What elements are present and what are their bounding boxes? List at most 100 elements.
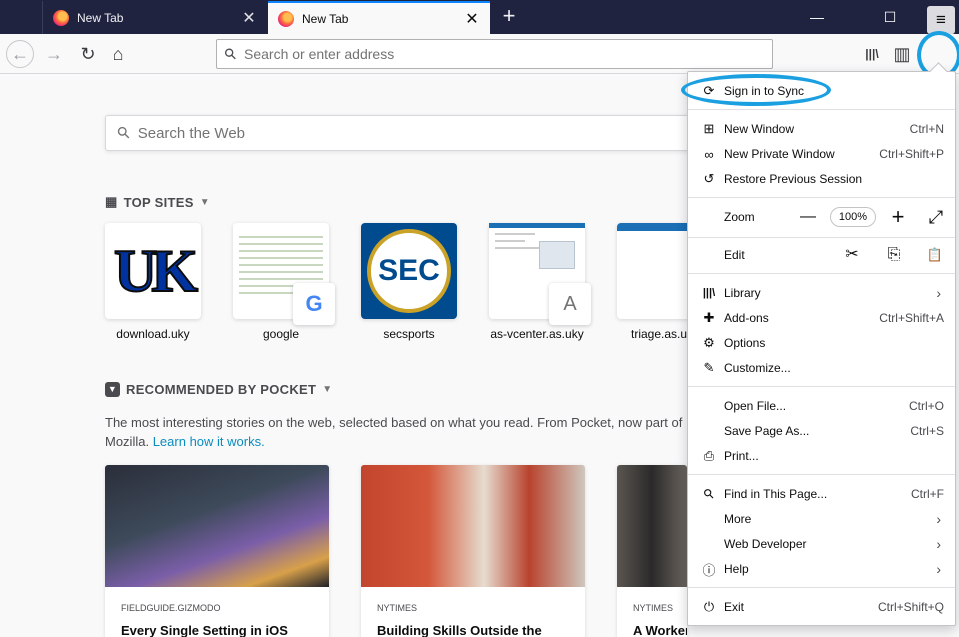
pocket-description: The most interesting stories on the web,…: [105, 415, 683, 449]
menu-separator: [688, 273, 955, 274]
web-search-input[interactable]: [137, 124, 738, 142]
url-bar[interactable]: ⚲: [216, 39, 773, 69]
story-source: NYTIMES: [633, 603, 674, 613]
chevron-right-icon: ›: [936, 511, 941, 527]
chevron-right-icon: ›: [936, 536, 941, 552]
pocket-header[interactable]: ▼ RECOMMENDED BY POCKET ▼: [105, 382, 332, 397]
home-icon[interactable]: ⌂: [104, 40, 132, 68]
copy-icon[interactable]: ⎘: [882, 237, 906, 273]
menu-icon[interactable]: ≡: [927, 6, 955, 34]
nav-toolbar: ← → ↻ ⌂ ⚲ |||\ ▥: [0, 34, 959, 74]
app-menu-panel: ⟳ Sign in to Sync ⊞ New Window Ctrl+N ∞ …: [687, 71, 956, 626]
menu-item-new-window[interactable]: ⊞ New Window Ctrl+N: [688, 117, 955, 141]
top-site-tile: UK: [105, 223, 201, 319]
menu-item-print[interactable]: ⎙ Print...: [688, 444, 955, 468]
site-letter-icon: A: [549, 283, 591, 325]
top-sites-title: TOP SITES: [123, 194, 194, 210]
top-site-4[interactable]: A as-vcenter.as.uky: [489, 223, 591, 341]
zoom-out-button[interactable]: —: [796, 199, 820, 235]
firefox-icon: [278, 10, 294, 27]
menu-item-options[interactable]: ⚙ Options: [688, 331, 955, 355]
close-tab-icon[interactable]: ✕: [241, 8, 257, 28]
story-source: FIELDGUIDE.GIZMODO: [121, 603, 221, 613]
search-icon: ⚲: [114, 123, 135, 144]
learn-more-link[interactable]: Learn how it works.: [153, 434, 265, 449]
menu-item-help[interactable]: ⓘ Help ›: [688, 557, 955, 581]
uk-logo-icon: UK: [113, 237, 199, 305]
gear-icon: ⚙: [703, 335, 715, 350]
chevron-down-icon: ▼: [199, 196, 210, 208]
web-search-box[interactable]: ⚲: [105, 115, 765, 151]
menu-item-open-file[interactable]: Open File... Ctrl+O: [688, 394, 955, 418]
new-tab-button[interactable]: +: [496, 4, 522, 30]
top-site-tile: G: [233, 223, 335, 325]
minimize-icon[interactable]: —: [794, 0, 840, 34]
top-site-5[interactable]: triage.as.uk: [617, 223, 713, 341]
menu-item-edit: Edit: [724, 248, 745, 262]
menu-item-addons[interactable]: ✚ Add-ons Ctrl+Shift+A: [688, 306, 955, 330]
tab-2[interactable]: New Tab ✕: [268, 1, 490, 34]
story-card-2[interactable]: NYTIMES Building Skills Outside the: [361, 465, 585, 637]
library-icon[interactable]: |||\: [858, 40, 886, 68]
top-site-label: download.uky: [116, 327, 190, 341]
tab-title: New Tab: [77, 10, 124, 25]
menu-item-customize[interactable]: ✎ Customize...: [688, 356, 955, 380]
menu-separator: [688, 474, 955, 475]
story-source: NYTIMES: [377, 603, 418, 613]
sidebar-icon[interactable]: ▥: [888, 40, 916, 68]
top-site-tile: SEC: [361, 223, 457, 319]
tab-title: New Tab: [302, 11, 349, 26]
top-site-1[interactable]: UK download.uky: [105, 223, 201, 341]
story-image: [361, 465, 585, 587]
menu-item-exit[interactable]: ⏻ Exit Ctrl+Shift+Q: [688, 595, 955, 619]
grid-icon: ▦: [105, 194, 118, 209]
brush-icon: ✎: [703, 360, 715, 375]
help-icon: ⓘ: [702, 562, 716, 578]
library-icon: |||\: [702, 287, 716, 299]
forward-icon[interactable]: →: [40, 40, 68, 68]
top-site-2[interactable]: G google: [233, 223, 335, 341]
printer-icon: ⎙: [703, 448, 715, 463]
menu-item-library[interactable]: |||\ Library ›: [688, 281, 955, 305]
story-image: [105, 465, 329, 587]
url-input[interactable]: [244, 46, 744, 62]
maximize-icon[interactable]: ☐: [867, 0, 913, 34]
menu-separator: [688, 197, 955, 198]
chevron-down-icon: ▼: [322, 384, 333, 395]
story-image: [617, 465, 687, 587]
menu-item-find[interactable]: ⚲ Find in This Page... Ctrl+F: [688, 482, 955, 506]
story-headline: A Worker Shortage Is: [633, 623, 687, 637]
menu-item-restore-session[interactable]: ↺ Restore Previous Session: [688, 167, 955, 191]
story-card-3[interactable]: NYTIMES A Worker Shortage Is: [617, 465, 687, 637]
back-icon[interactable]: ←: [6, 40, 34, 68]
menu-item-save-page[interactable]: Save Page As... Ctrl+S: [688, 419, 955, 443]
menu-item-zoom: Zoom: [724, 210, 755, 224]
top-site-label: google: [262, 327, 300, 341]
pocket-icon: ▼: [105, 382, 120, 397]
chevron-right-icon: ›: [936, 285, 941, 301]
menu-separator: [688, 109, 955, 110]
story-card-1[interactable]: FIELDGUIDE.GIZMODO Every Single Setting …: [105, 465, 329, 637]
cut-icon[interactable]: ✂: [840, 237, 864, 273]
paste-icon[interactable]: 📋: [923, 237, 947, 273]
top-site-3[interactable]: SEC secsports: [361, 223, 457, 341]
search-icon: ⚲: [220, 44, 241, 65]
fullscreen-icon[interactable]: ⤢: [924, 199, 948, 235]
sec-logo-icon: SEC: [367, 229, 451, 313]
menu-item-private-window[interactable]: ∞ New Private Window Ctrl+Shift+P: [688, 142, 955, 166]
firefox-icon: [53, 9, 69, 26]
menu-item-more[interactable]: More ›: [688, 507, 955, 531]
menu-separator: [688, 587, 955, 588]
tab-1[interactable]: New Tab ✕: [42, 1, 267, 34]
zoom-in-button[interactable]: +: [886, 199, 910, 235]
close-tab-icon[interactable]: ✕: [464, 9, 480, 29]
reload-icon[interactable]: ↻: [74, 40, 102, 68]
top-sites-header[interactable]: ▦ TOP SITES ▼: [105, 194, 210, 210]
zoom-reset-button[interactable]: 100%: [830, 207, 876, 227]
mask-icon: ∞: [704, 146, 714, 162]
story-headline: Building Skills Outside the: [377, 623, 542, 637]
menu-item-web-developer[interactable]: Web Developer ›: [688, 532, 955, 556]
google-icon: G: [293, 283, 335, 325]
menu-separator: [688, 386, 955, 387]
tab-bar: New Tab ✕ New Tab ✕ + — ☐ ✕: [0, 0, 959, 34]
